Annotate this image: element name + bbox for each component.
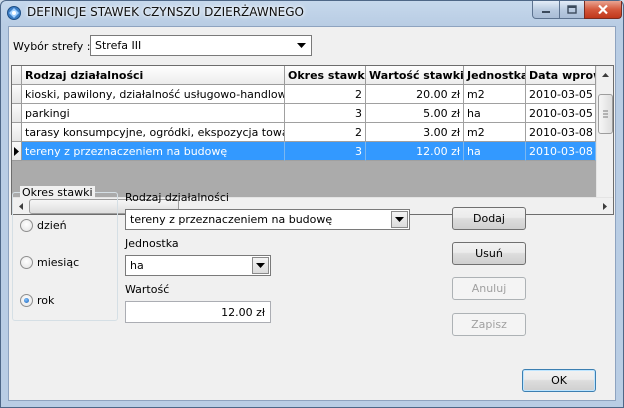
vertical-scroll-thumb[interactable]: [598, 94, 613, 134]
row-header-current[interactable]: [12, 142, 22, 161]
column-header-unit[interactable]: Jednostka: [464, 66, 526, 85]
cell-value: 5.00 zł: [366, 104, 464, 123]
ok-button[interactable]: OK: [522, 369, 596, 392]
cell-activity: tarasy konsumpcyjne, ogródki, ekspozycja…: [22, 123, 285, 142]
chevron-down-icon: [391, 211, 408, 228]
radio-day[interactable]: dzień: [20, 218, 67, 232]
radio-year-indicator: [20, 293, 33, 307]
cell-date: 2010-03-05 15:: [526, 104, 596, 123]
period-groupbox: Okres stawki dzień miesiąc rok: [12, 186, 118, 321]
radio-day-indicator: [20, 218, 33, 232]
table-header: Rodzaj działalności Okres stawki Wartość…: [12, 66, 596, 85]
chevron-down-icon: [293, 37, 310, 54]
minimize-button[interactable]: [532, 1, 560, 19]
chevron-up-icon: [602, 72, 609, 77]
vertical-scrollbar[interactable]: [596, 66, 613, 197]
save-button[interactable]: Zapisz: [452, 313, 526, 336]
column-header-value[interactable]: Wartość stawki: [366, 66, 464, 85]
column-header-activity[interactable]: Rodzaj działalności: [22, 66, 285, 85]
maximize-button[interactable]: [559, 1, 585, 19]
app-icon: [7, 6, 21, 20]
cell-unit: ha: [464, 104, 526, 123]
row-header[interactable]: [12, 85, 22, 104]
unit-select[interactable]: ha: [125, 255, 271, 276]
row-header[interactable]: [12, 123, 22, 142]
cell-unit: m2: [464, 85, 526, 104]
cell-unit: ha: [464, 142, 526, 161]
radio-year-label: rok: [37, 293, 55, 307]
grip-icon: [603, 110, 608, 118]
chevron-down-icon: [252, 257, 269, 274]
column-header-date[interactable]: Data wprowa: [526, 66, 596, 85]
cell-date: 2010-03-08 12:: [526, 142, 596, 161]
scroll-up-button[interactable]: [597, 66, 613, 83]
table-row[interactable]: tarasy konsumpcyjne, ogródki, ekspozycja…: [12, 123, 596, 142]
zone-label: Wybór strefy :: [13, 40, 91, 53]
chevron-right-icon: [602, 203, 607, 210]
header-corner: [12, 66, 22, 85]
cell-activity: tereny z przeznaczeniem na budowę: [22, 142, 285, 161]
value-label: Wartość: [125, 283, 170, 296]
minimize-icon: [542, 10, 550, 13]
cell-unit: m2: [464, 123, 526, 142]
table-row[interactable]: kioski, pawilony, działalność usługowo-h…: [12, 85, 596, 104]
close-button[interactable]: [584, 1, 622, 19]
table-row[interactable]: parkingi 3 5.00 zł ha 2010-03-05 15:: [12, 104, 596, 123]
title-bar[interactable]: DEFINICJE STAWEK CZYNSZU DZIERŻAWNEGO: [1, 1, 623, 25]
window: DEFINICJE STAWEK CZYNSZU DZIERŻAWNEGO Wy…: [0, 0, 624, 408]
column-header-period[interactable]: Okres stawki: [285, 66, 366, 85]
row-pointer-icon: [14, 147, 19, 156]
window-title: DEFINICJE STAWEK CZYNSZU DZIERŻAWNEGO: [27, 5, 304, 19]
cell-date: 2010-03-08 12:: [526, 123, 596, 142]
cell-date: 2010-03-05 15:: [526, 85, 596, 104]
cell-value: 3.00 zł: [366, 123, 464, 142]
radio-month[interactable]: miesiąc: [20, 255, 79, 269]
close-icon: [598, 4, 608, 15]
scroll-right-button[interactable]: [596, 198, 613, 214]
cell-period: 2: [285, 123, 366, 142]
activity-label: Rodzaj działalności: [125, 191, 229, 204]
cancel-button[interactable]: Anuluj: [452, 277, 526, 300]
cell-activity: kioski, pawilony, działalność usługowo-h…: [22, 85, 285, 104]
cell-period: 3: [285, 142, 366, 161]
row-header[interactable]: [12, 104, 22, 123]
dialog-client-area: Wybór strefy : Strefa III Rodzaj działal…: [8, 26, 616, 401]
table-row-selected[interactable]: tereny z przeznaczeniem na budowę 3 12.0…: [12, 142, 596, 161]
cell-value: 12.00 zł: [366, 142, 464, 161]
radio-month-indicator: [20, 255, 33, 269]
period-groupbox-legend: Okres stawki: [20, 186, 95, 199]
radio-month-label: miesiąc: [37, 255, 80, 269]
add-button[interactable]: Dodaj: [452, 207, 526, 230]
cell-value: 20.00 zł: [366, 85, 464, 104]
activity-select-value: tereny z przeznaczeniem na budowę: [130, 213, 333, 226]
cell-activity: parkingi: [22, 104, 285, 123]
value-input[interactable]: 12.00 zł: [125, 301, 271, 323]
delete-button[interactable]: Usuń: [452, 242, 526, 265]
unit-select-value: ha: [130, 259, 144, 272]
activity-select[interactable]: tereny z przeznaczeniem na budowę: [125, 209, 410, 230]
cell-period: 3: [285, 104, 366, 123]
radio-day-label: dzień: [37, 218, 67, 232]
unit-label: Jednostka: [125, 237, 179, 250]
zone-select[interactable]: Strefa III: [90, 35, 312, 56]
maximize-icon: [567, 5, 577, 14]
radio-year[interactable]: rok: [20, 293, 54, 307]
zone-select-value: Strefa III: [95, 39, 142, 52]
cell-period: 2: [285, 85, 366, 104]
